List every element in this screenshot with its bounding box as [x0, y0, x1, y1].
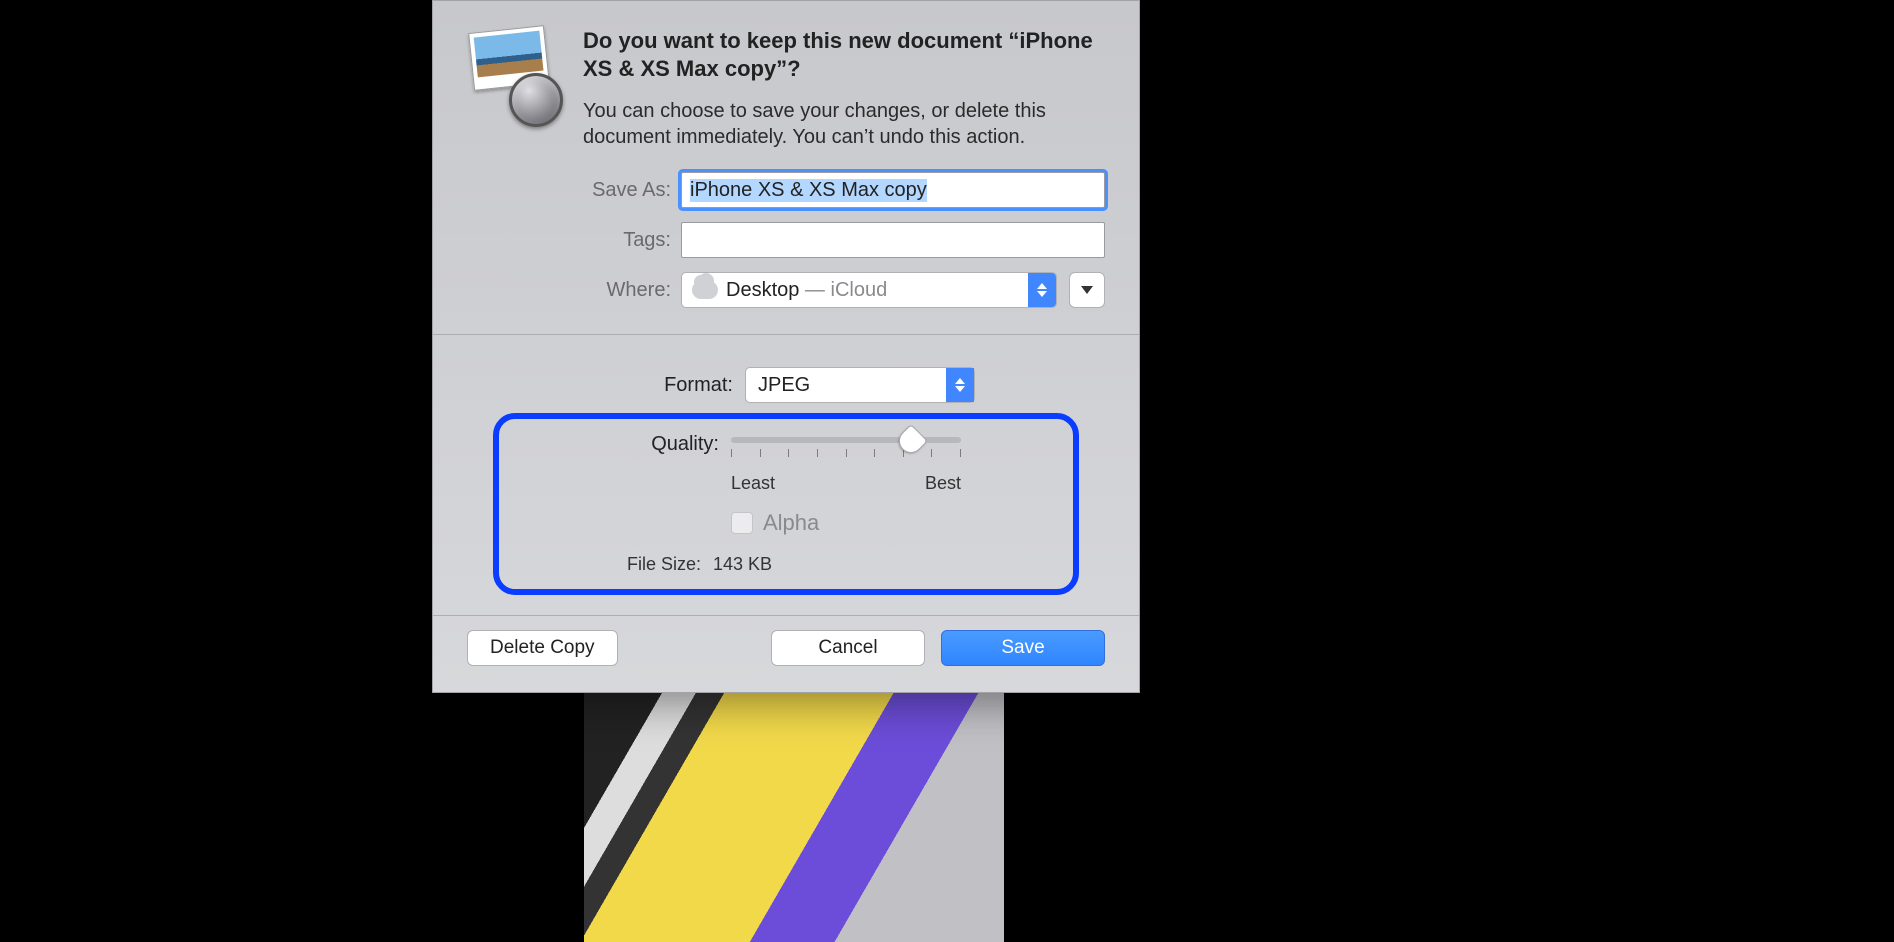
where-label: Where:: [583, 279, 681, 302]
format-popup[interactable]: JPEG: [745, 367, 975, 403]
alpha-label: Alpha: [763, 510, 819, 536]
where-popup[interactable]: Desktop — iCloud: [681, 272, 1057, 308]
format-value: JPEG: [746, 374, 810, 397]
quality-highlight-box: Quality: Least Best: [493, 413, 1079, 595]
updown-arrows-icon: [946, 368, 974, 402]
filesize-value: 143 KB: [713, 554, 772, 575]
cancel-button[interactable]: Cancel: [771, 630, 925, 666]
preview-app-icon: [467, 27, 557, 117]
dialog-body: You can choose to save your changes, or …: [583, 98, 1105, 150]
where-separator: —: [799, 279, 830, 301]
quality-label: Quality:: [499, 433, 731, 456]
background-image: [584, 691, 1004, 942]
save-dialog: Do you want to keep this new document “i…: [432, 0, 1140, 693]
dialog-title: Do you want to keep this new document “i…: [583, 27, 1105, 82]
slider-ticks: [731, 449, 961, 457]
format-label: Format:: [493, 374, 745, 397]
updown-arrows-icon: [1028, 273, 1056, 307]
cloud-icon: [692, 281, 718, 299]
quality-slider[interactable]: [731, 437, 961, 443]
save-as-label: Save As:: [583, 179, 681, 202]
quality-least-label: Least: [731, 473, 775, 494]
tags-input[interactable]: [681, 222, 1105, 258]
quality-best-label: Best: [925, 473, 961, 494]
delete-copy-button[interactable]: Delete Copy: [467, 630, 618, 666]
save-as-input[interactable]: iPhone XS & XS Max copy: [681, 172, 1105, 208]
expand-location-button[interactable]: [1069, 272, 1105, 308]
filesize-label: File Size:: [499, 554, 701, 575]
tags-label: Tags:: [583, 229, 681, 252]
alpha-checkbox[interactable]: [731, 512, 753, 534]
save-button[interactable]: Save: [941, 630, 1105, 666]
where-location: Desktop: [726, 279, 799, 301]
chevron-down-icon: [1081, 286, 1093, 294]
where-cloud: iCloud: [831, 279, 888, 301]
